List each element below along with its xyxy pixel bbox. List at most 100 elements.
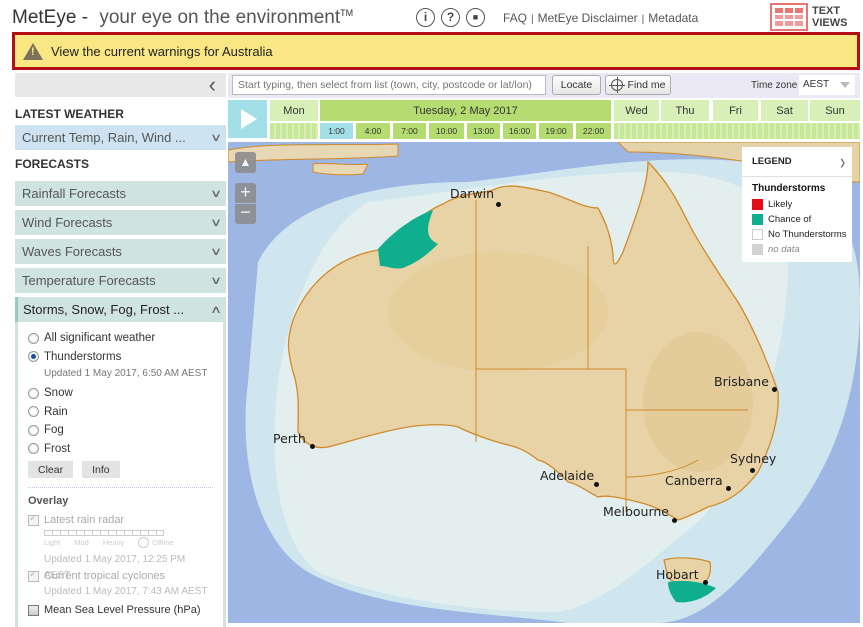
link-separator: |: [641, 14, 645, 25]
day-tuesday[interactable]: Tuesday, 2 May 2017: [320, 100, 611, 121]
divider: [28, 487, 213, 488]
hour-slot[interactable]: 19:00: [539, 123, 573, 139]
metadata-link[interactable]: Metadata: [648, 11, 698, 25]
checkbox-disabled: [28, 569, 39, 582]
radio-button[interactable]: [28, 387, 39, 399]
play-button[interactable]: [228, 100, 267, 138]
day-fri[interactable]: Fri: [713, 100, 758, 121]
later-days-hours-strip[interactable]: [614, 123, 860, 139]
info-icon[interactable]: i: [416, 8, 435, 27]
legend-swatch: [752, 229, 763, 240]
hour-slot[interactable]: 4:00: [356, 123, 390, 139]
radio-button[interactable]: [28, 332, 39, 344]
zoom-in-button[interactable]: +: [235, 183, 256, 203]
hour-slot[interactable]: 7:00: [393, 123, 426, 139]
radar-updated: Updated 1 May 2017, 12:25 PM AEST: [44, 554, 186, 581]
location-search-input[interactable]: [232, 75, 546, 95]
sidebar-item-wind[interactable]: Wind Forecasts ∨: [15, 210, 226, 235]
day-sat[interactable]: Sat: [761, 100, 808, 121]
crosshair-icon: [608, 77, 625, 93]
chevron-down-icon: ∨: [209, 188, 223, 200]
help-icon[interactable]: ?: [441, 8, 460, 27]
disclaimer-link[interactable]: MetEye Disclaimer: [538, 11, 638, 25]
sidebar-item-current-weather[interactable]: Current Temp, Rain, Wind ... ∨: [15, 125, 226, 150]
warnings-link[interactable]: View the current warnings for Australia: [51, 44, 273, 59]
title-dash: -: [81, 7, 89, 28]
option-thunderstorms[interactable]: Thunderstorms: [28, 348, 213, 367]
map[interactable]: ▲ + − Darwin Brisbane Perth Adelaide Syd…: [228, 142, 860, 623]
zoom-out-button[interactable]: −: [235, 203, 256, 224]
radio-button[interactable]: [28, 443, 39, 455]
hour-slot[interactable]: 16:00: [503, 123, 536, 139]
city-label-adelaide: Adelaide: [540, 468, 595, 483]
chevron-down-icon: ∨: [209, 275, 223, 287]
sidebar-item-waves[interactable]: Waves Forecasts ∨: [15, 239, 226, 264]
sidebar-item-temperature[interactable]: Temperature Forecasts ∨: [15, 268, 226, 293]
city-marker-adelaide[interactable]: [594, 482, 599, 487]
day-thu[interactable]: Thu: [661, 100, 709, 121]
timezone-select[interactable]: AEST: [799, 75, 855, 95]
legend-header[interactable]: LEGEND ›: [742, 147, 852, 177]
legend-item-no-data: no data: [752, 242, 852, 257]
city-marker-sydney[interactable]: [750, 468, 755, 473]
sidebar-item-label: Temperature Forecasts: [22, 273, 156, 288]
sidebar: ‹ LATEST WEATHER Current Temp, Rain, Win…: [15, 73, 226, 627]
radio-button-selected[interactable]: [28, 351, 39, 363]
feedback-icon[interactable]: ■: [466, 8, 485, 27]
offline-icon: [138, 536, 150, 548]
text-views-button[interactable]: TEXT VIEWS: [770, 3, 847, 31]
info-button[interactable]: Info: [82, 461, 120, 478]
hour-slot[interactable]: 13:00: [467, 123, 500, 139]
timeline: Mon Tuesday, 2 May 2017 Wed Thu Fri Sat …: [228, 100, 860, 140]
thunderstorms-updated: Updated 1 May 2017, 6:50 AM AEST: [44, 368, 208, 379]
day-mon[interactable]: Mon: [270, 100, 318, 121]
radio-button[interactable]: [28, 424, 39, 436]
city-marker-melbourne[interactable]: [672, 518, 677, 523]
hour-slot[interactable]: 10:00: [429, 123, 464, 139]
sidebar-item-storms[interactable]: Storms, Snow, Fog, Frost ... ∧: [15, 297, 226, 322]
faq-link[interactable]: FAQ: [503, 11, 527, 25]
sidebar-top-bar: ‹: [15, 73, 226, 97]
chevron-down-icon: ∨: [209, 132, 223, 144]
option-fog[interactable]: Fog: [28, 421, 213, 440]
city-label-perth: Perth: [273, 431, 306, 446]
chevron-right-icon[interactable]: ›: [840, 149, 845, 175]
legend-title: LEGEND: [752, 156, 792, 167]
grid-icon: [770, 3, 808, 31]
radio-button[interactable]: [28, 406, 39, 418]
overlay-mslp[interactable]: Mean Sea Level Pressure (hPa): [28, 602, 213, 618]
checkbox[interactable]: [28, 604, 39, 616]
locate-button[interactable]: Locate: [552, 75, 601, 95]
sidebar-item-rainfall[interactable]: Rainfall Forecasts ∨: [15, 181, 226, 206]
warnings-banner[interactable]: View the current warnings for Australia: [12, 32, 860, 70]
dropdown-arrow-icon: [840, 82, 850, 88]
checkbox-disabled: [28, 513, 39, 526]
clear-button[interactable]: Clear: [28, 461, 74, 478]
header-icons: i ? ■: [416, 8, 485, 27]
mon-hours-strip[interactable]: [270, 123, 318, 139]
city-marker-perth[interactable]: [310, 444, 315, 449]
app-title: MetEye - your eye on the environmentTM: [12, 7, 353, 29]
australia-icon: ▲: [239, 155, 252, 169]
city-marker-brisbane[interactable]: [772, 387, 777, 392]
header: MetEye - your eye on the environmentTM i…: [0, 0, 863, 34]
app-tagline: your eye on the environment: [99, 7, 341, 28]
find-me-button[interactable]: Find me: [605, 75, 671, 95]
trademark: TM: [340, 8, 354, 18]
option-rain[interactable]: Rain: [28, 403, 213, 422]
option-frost[interactable]: Frost: [28, 440, 213, 459]
hour-slot[interactable]: 22:00: [576, 123, 611, 139]
city-marker-hobart[interactable]: [703, 580, 708, 585]
city-label-brisbane: Brisbane: [714, 374, 769, 389]
hour-slot-current[interactable]: 1:00: [320, 123, 353, 139]
option-all-significant[interactable]: All significant weather: [28, 329, 213, 348]
option-snow[interactable]: Snow: [28, 384, 213, 403]
city-marker-canberra[interactable]: [726, 486, 731, 491]
australia-home-button[interactable]: ▲: [235, 152, 256, 173]
sidebar-item-label: Rainfall Forecasts: [22, 186, 127, 201]
collapse-sidebar-icon[interactable]: ‹: [209, 73, 216, 97]
day-wed[interactable]: Wed: [614, 100, 659, 121]
sidebar-item-label: Current Temp, Rain, Wind ...: [22, 130, 186, 145]
day-sun[interactable]: Sun: [810, 100, 860, 121]
city-marker-darwin[interactable]: [496, 202, 501, 207]
